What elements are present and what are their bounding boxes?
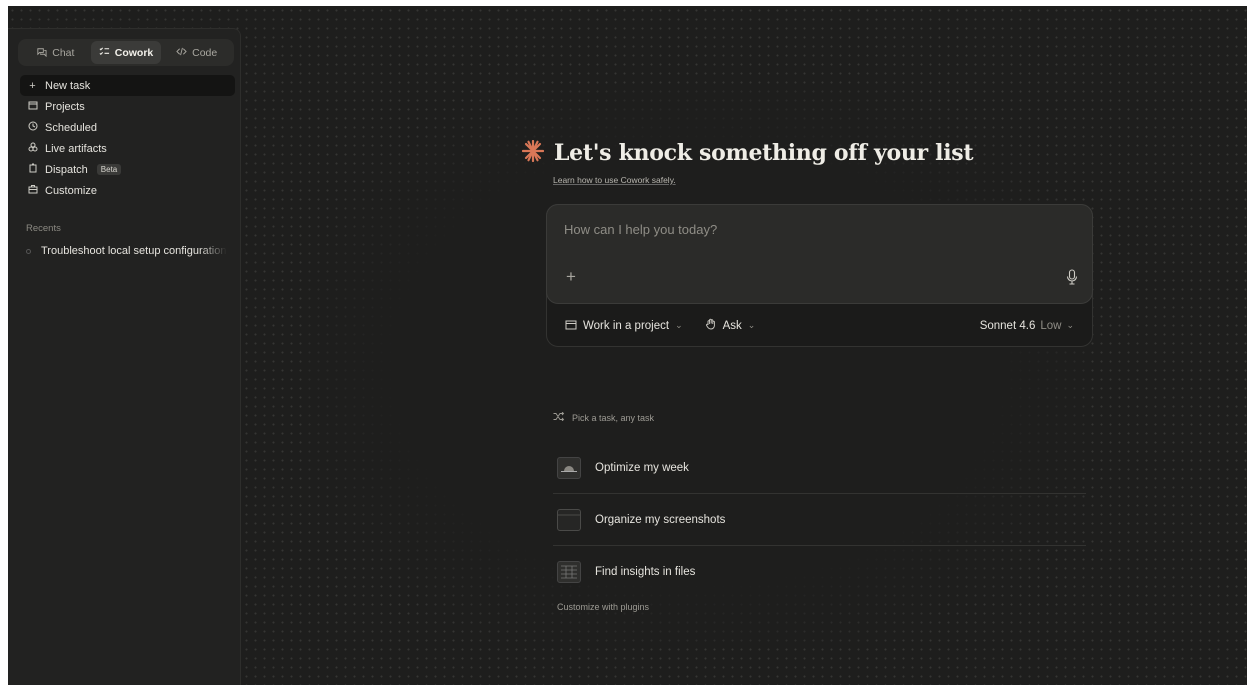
- cowork-icon: [99, 46, 110, 60]
- task-optimize-week[interactable]: Optimize my week: [553, 442, 1086, 494]
- shuffle-icon: [553, 411, 565, 423]
- sidebar-item-scheduled[interactable]: Scheduled: [20, 117, 235, 138]
- add-attachment-icon[interactable]: +: [566, 268, 576, 285]
- sidebar-nav: + New task Projects Scheduled Live artif…: [20, 75, 235, 201]
- beta-badge: Beta: [96, 164, 122, 175]
- briefcase-icon: [27, 184, 38, 197]
- composer-container: How can I help you today? + Work in a pr…: [546, 204, 1093, 347]
- effort-level: Low: [1040, 319, 1062, 332]
- mode-switcher: Chat Cowork Code: [18, 39, 234, 66]
- customize-plugins-link[interactable]: Customize with plugins: [557, 602, 649, 612]
- code-icon: [176, 46, 187, 60]
- asterisk-logo-icon: [521, 139, 545, 167]
- page-title: Let's knock something off your list: [554, 140, 974, 166]
- composer-options: Work in a project ⌄ Ask ⌄ Sonnet 4.6 Low…: [547, 305, 1092, 346]
- chat-icon: [36, 46, 47, 60]
- folder-icon: [27, 100, 38, 113]
- sidebar: Chat Cowork Code + New task Projects Sch…: [8, 28, 241, 685]
- prompt-composer[interactable]: How can I help you today? +: [546, 204, 1093, 304]
- sidebar-item-dispatch[interactable]: Dispatch Beta: [20, 159, 235, 180]
- work-in-project-button[interactable]: Work in a project ⌄: [565, 319, 683, 333]
- chevron-down-icon: ⌄: [1066, 320, 1074, 330]
- chevron-down-icon: ⌄: [675, 320, 683, 330]
- sidebar-item-projects[interactable]: Projects: [20, 96, 235, 117]
- status-dot-icon: [26, 248, 31, 254]
- task-suggestions: Optimize my week Organize my screenshots…: [553, 442, 1086, 598]
- model-selector[interactable]: Sonnet 4.6 Low ⌄: [980, 320, 1074, 332]
- folder-icon: [565, 319, 577, 333]
- mode-cowork[interactable]: Cowork: [90, 41, 162, 64]
- recents-heading: Recents: [26, 223, 61, 234]
- clock-icon: [27, 121, 38, 134]
- task-suggestions-heading: Pick a task, any task: [553, 411, 654, 423]
- mode-code[interactable]: Code: [161, 41, 232, 64]
- prompt-input[interactable]: How can I help you today?: [564, 222, 717, 237]
- dispatch-icon: [27, 163, 38, 176]
- app-window: Chat Cowork Code + New task Projects Sch…: [8, 6, 1247, 685]
- learn-cowork-link[interactable]: Learn how to use Cowork safely.: [553, 175, 676, 185]
- hand-icon: [705, 318, 717, 333]
- mode-chat[interactable]: Chat: [20, 41, 91, 64]
- sidebar-item-live-artifacts[interactable]: Live artifacts: [20, 138, 235, 159]
- sunrise-icon: [557, 456, 581, 479]
- task-organize-screenshots[interactable]: Organize my screenshots: [553, 494, 1086, 546]
- recent-item[interactable]: Troubleshoot local setup configuration: [26, 243, 234, 259]
- task-find-insights[interactable]: Find insights in files: [553, 546, 1086, 598]
- artifacts-icon: [27, 142, 38, 155]
- page-heading: Let's knock something off your list: [521, 138, 974, 168]
- chevron-down-icon: ⌄: [747, 320, 756, 330]
- folder-icon: [557, 508, 581, 531]
- sidebar-item-customize[interactable]: Customize: [20, 180, 235, 201]
- sidebar-item-new-task[interactable]: + New task: [20, 75, 235, 96]
- microphone-icon[interactable]: [1066, 269, 1078, 285]
- spreadsheet-icon: [557, 561, 581, 583]
- ask-mode-button[interactable]: Ask ⌄: [705, 318, 756, 333]
- plus-icon: +: [29, 79, 36, 92]
